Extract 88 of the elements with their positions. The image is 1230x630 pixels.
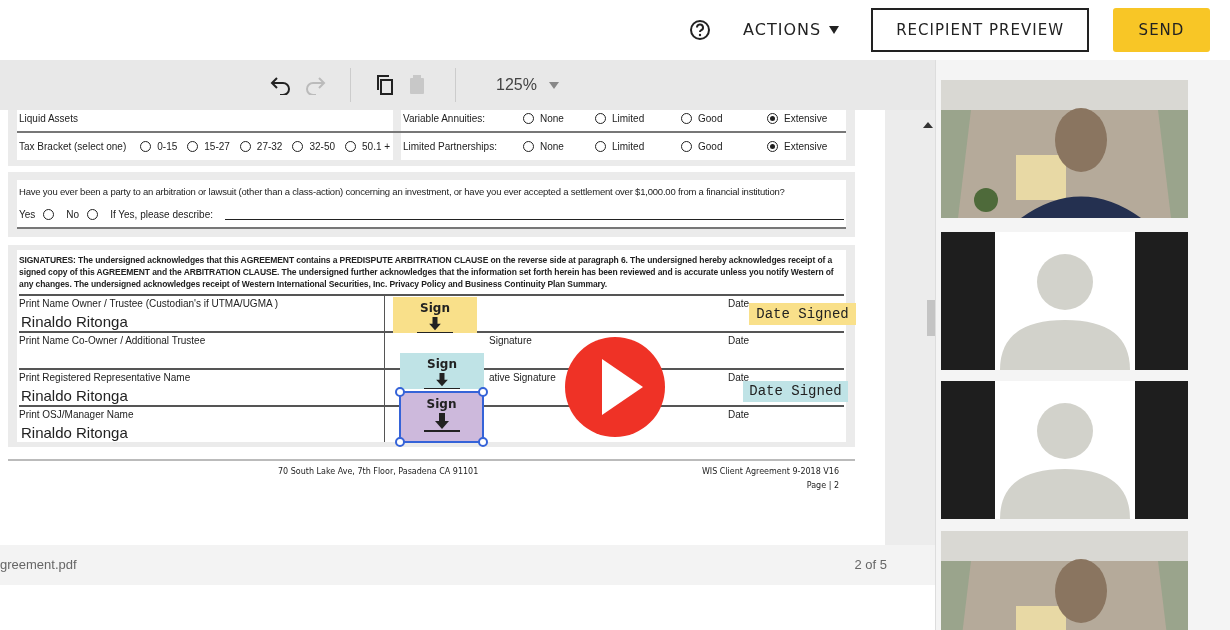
option-label: Extensive [784, 140, 828, 154]
page-number: Page | 2 [806, 480, 839, 493]
date-field[interactable]: Date Signed [749, 303, 856, 326]
field-caption: Print Registered Representative Name [19, 371, 192, 386]
row-label: Limited Partnerships: [403, 140, 498, 154]
field-label: Sign [420, 300, 450, 318]
name-value: Rinaldo Ritonga [20, 312, 129, 333]
option-label: 32-50 [309, 140, 335, 154]
option-label: Yes [19, 208, 36, 223]
option-label: 27-32 [256, 140, 283, 154]
radio-button[interactable] [345, 141, 356, 152]
field-caption: ative Signature [489, 372, 556, 384]
field-caption: Print Name Co-Owner / Additional Trustee [19, 334, 207, 349]
describe-label: If Yes, please describe: [110, 208, 213, 223]
field-caption: Date [728, 335, 750, 347]
field-caption: Date [728, 298, 750, 310]
arrow-down-icon [435, 373, 449, 387]
zoom-dropdown[interactable]: 125% [496, 73, 559, 97]
field-label: Date Signed [756, 304, 849, 324]
resize-handle[interactable] [478, 437, 488, 448]
scroll-up-icon[interactable] [923, 122, 933, 128]
signature-field[interactable]: Sign [393, 297, 477, 334]
field-caption: Date [728, 372, 750, 384]
recipient-preview-button[interactable]: RECIPIENT PREVIEW [871, 8, 1089, 52]
field-caption: Signature [489, 335, 532, 347]
radio-button[interactable] [681, 113, 692, 124]
agreement-text: SIGNATURES: The undersigned acknowledges that this AGREEMENT contains a PREDISPUTE ARBITRATION CLAUSE on the reverse side at paragraph 6. The undersigned hereby acknowledges receipt of a signed copy of this AGREEMENT and the ARBITRATION CLAUSE. The undersigned further acknowledges that the information set forth herein has been reviewed and is accurate unless you notify Western of any changes. The undersigned acknowledges receipt of Western International Securities, Inc. Privacy Policy and Business Continuity Plan Summary. [19, 254, 835, 291]
option-label: None [540, 140, 564, 154]
field-label: Sign [427, 356, 457, 374]
play-icon[interactable] [565, 337, 665, 437]
signature-field[interactable]: Sign [400, 353, 484, 390]
option-label: Extensive [784, 112, 828, 126]
option-label: None [540, 112, 564, 126]
radio-button[interactable] [187, 141, 199, 152]
sign-line [424, 387, 460, 390]
field-caption: Print Name Owner / Trustee (Custodian's if UTMA/UGMA ) [19, 297, 280, 312]
footer-address: 70 South Lake Ave, 7th Floor, Pasadena CA 91101 [278, 466, 479, 479]
option-label: Limited [612, 112, 645, 126]
option-label: 15-27 [204, 140, 230, 154]
arrow-down-icon [434, 413, 449, 430]
option-label: No [66, 208, 80, 223]
radio-button[interactable] [595, 113, 606, 124]
field-label: Date Signed [749, 382, 842, 402]
row-label: Liquid Assets [19, 112, 78, 126]
send-button[interactable]: SEND [1113, 8, 1210, 52]
copy-icon[interactable] [375, 74, 395, 96]
option-label: Good [698, 112, 723, 126]
radio-button[interactable] [595, 141, 606, 152]
radio-button[interactable] [87, 209, 99, 221]
field-caption: Date [728, 409, 750, 421]
date-field[interactable]: Date Signed [743, 381, 848, 403]
caret-icon [829, 26, 840, 34]
radio-button[interactable] [523, 141, 534, 152]
resize-handle[interactable] [478, 387, 488, 398]
row-label: Tax Bracket (select one) [19, 140, 127, 154]
undo-icon[interactable] [270, 75, 292, 95]
field-label: Sign [426, 396, 457, 414]
option-label: Limited [612, 140, 645, 154]
option-label: Good [698, 140, 723, 154]
scroll-thumb[interactable] [927, 300, 935, 336]
name-value: Rinaldo Ritonga [20, 386, 129, 407]
radio-button[interactable] [292, 141, 304, 152]
radio-button[interactable] [43, 209, 55, 221]
avatar-icon [994, 381, 1135, 519]
radio-button[interactable] [140, 141, 152, 152]
actions-button[interactable]: ACTIONS [735, 18, 848, 42]
sign-line [423, 430, 460, 433]
caret-icon [548, 81, 559, 89]
avatar-icon [994, 232, 1135, 370]
radio-button[interactable] [767, 113, 778, 124]
page-count: 2 of 5 [854, 556, 887, 575]
row-label: Variable Annuities: [403, 112, 487, 126]
field-caption: Print OSJ/Manager Name [19, 408, 135, 423]
radio-button[interactable] [239, 141, 251, 152]
arrow-down-icon [428, 317, 442, 331]
file-name: greement.pdf [0, 556, 77, 575]
name-value: Rinaldo Ritonga [20, 423, 129, 444]
option-label: 0-15 [157, 140, 178, 154]
resize-handle[interactable] [395, 387, 405, 398]
form-id: WIS Client Agreement 9-2018 V16 [701, 466, 839, 479]
radio-button[interactable] [523, 113, 534, 124]
sign-line [417, 331, 453, 334]
option-label: 50.1 + [362, 140, 391, 154]
radio-button[interactable] [681, 141, 692, 152]
radio-button[interactable] [767, 141, 778, 152]
question-text: Have you ever been a party to an arbitration or lawsuit (other than a class-action) concerning an investment, or have you ever accepted a settlement over $1,000.00 from a financial institution? [19, 185, 786, 199]
resize-handle[interactable] [395, 437, 405, 448]
help-icon[interactable] [689, 19, 712, 41]
